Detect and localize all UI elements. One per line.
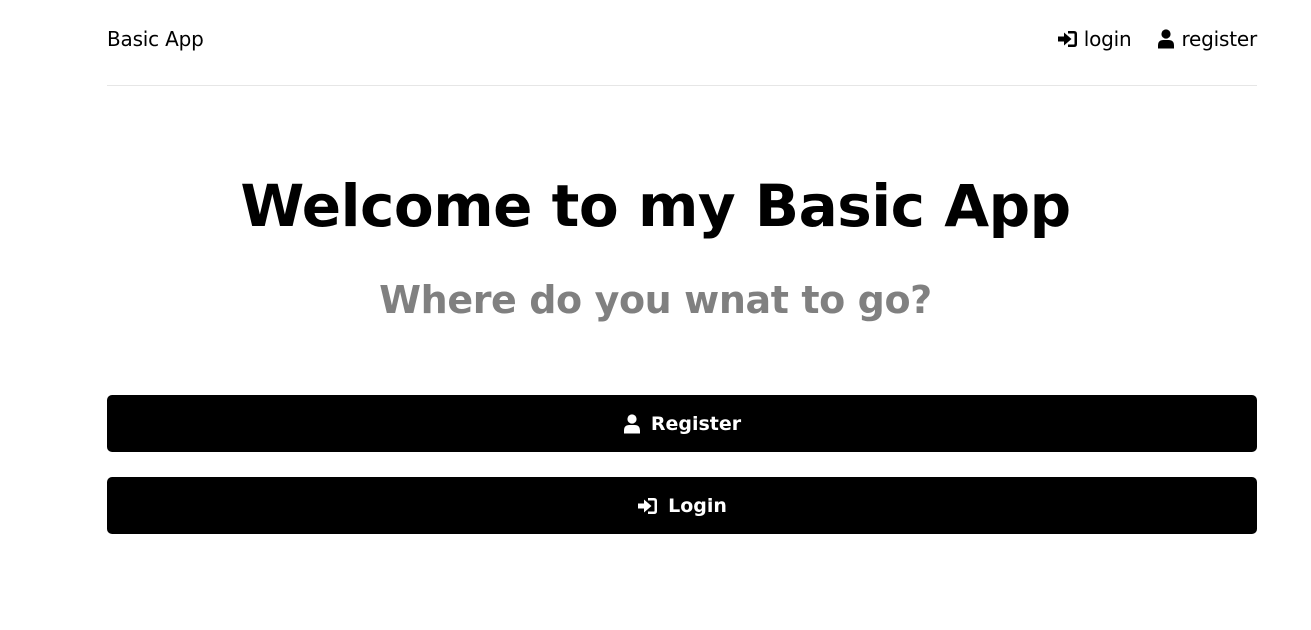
page-title: Welcome to my Basic App bbox=[240, 172, 1071, 240]
user-icon bbox=[623, 413, 641, 434]
brand-link[interactable]: Basic App bbox=[107, 26, 204, 52]
login-button-label: Login bbox=[668, 494, 727, 517]
nav-links: login register bbox=[1057, 26, 1257, 52]
page-subtitle: Where do you wnat to go? bbox=[379, 278, 932, 322]
sign-in-icon bbox=[1057, 30, 1078, 48]
user-icon bbox=[1157, 29, 1175, 49]
page: Basic App login register Welcome to my B… bbox=[0, 0, 1311, 630]
register-button-label: Register bbox=[650, 412, 742, 435]
navbar: Basic App login register bbox=[107, 0, 1257, 86]
nav-register-link[interactable]: register bbox=[1157, 26, 1257, 52]
nav-login-link[interactable]: login bbox=[1057, 26, 1132, 52]
register-button[interactable]: Register bbox=[107, 395, 1257, 452]
nav-login-label: login bbox=[1083, 27, 1132, 51]
login-button[interactable]: Login bbox=[107, 477, 1257, 534]
nav-register-label: register bbox=[1181, 27, 1257, 51]
sign-in-icon bbox=[637, 497, 658, 515]
